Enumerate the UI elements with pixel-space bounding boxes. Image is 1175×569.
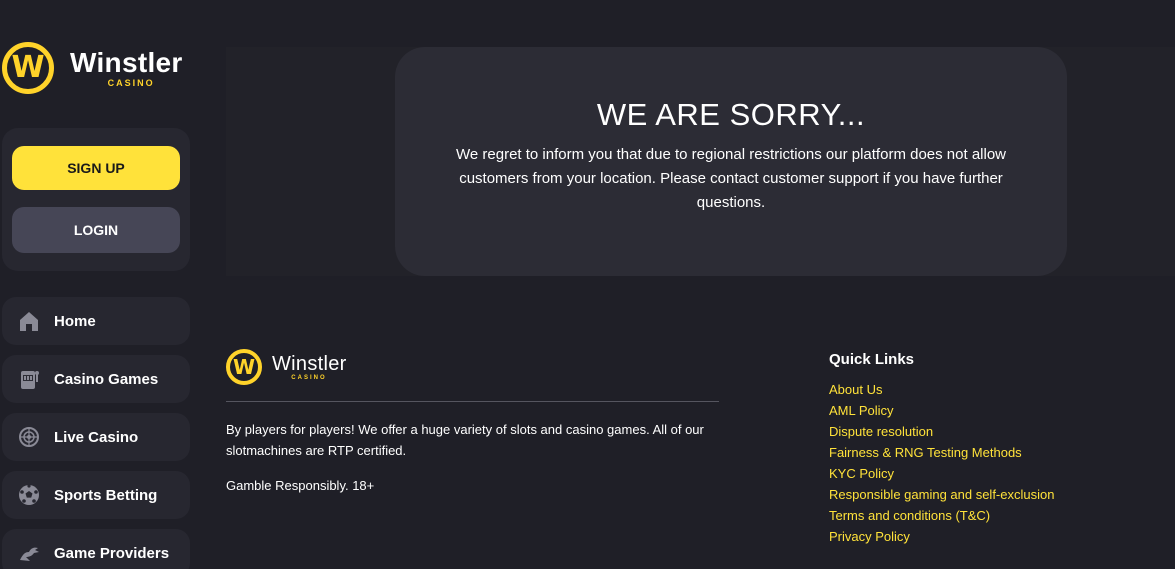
quick-link-aml-policy[interactable]: AML Policy — [829, 400, 1054, 421]
dragon-icon — [16, 540, 42, 566]
responsible-gambling-note: Gamble Responsibly. 18+ — [226, 478, 375, 493]
soccer-ball-icon — [16, 482, 42, 508]
home-icon — [16, 308, 42, 334]
logo-name: Winstler — [70, 46, 183, 78]
quick-link-about-us[interactable]: About Us — [829, 379, 1054, 400]
logo-mark-letter: W — [11, 50, 45, 85]
quick-link-responsible-gaming[interactable]: Responsible gaming and self-exclusion — [829, 484, 1054, 505]
nav-item-casino-games[interactable]: Casino Games — [2, 355, 190, 403]
restriction-message: We regret to inform you that due to regi… — [456, 146, 1006, 211]
footer-logo-mark-letter: W — [232, 355, 256, 379]
roulette-icon — [16, 424, 42, 450]
nav-item-sports-betting[interactable]: Sports Betting — [2, 471, 190, 519]
footer-logo-text: Winstler CASINO — [272, 354, 347, 381]
quick-links-list: About Us AML Policy Dispute resolution F… — [829, 379, 1054, 547]
footer-logo[interactable]: W Winstler CASINO — [226, 349, 347, 385]
slot-machine-icon — [16, 366, 42, 392]
quick-link-terms[interactable]: Terms and conditions (T&C) — [829, 505, 1054, 526]
quick-link-privacy-policy[interactable]: Privacy Policy — [829, 526, 1054, 547]
logo-text: Winstler CASINO — [70, 46, 183, 88]
logo-mark-icon: W — [2, 42, 54, 94]
quick-links-title: Quick Links — [829, 351, 915, 368]
nav-item-label: Live Casino — [54, 428, 139, 446]
restriction-card: WE ARE SORRY... We regret to inform you … — [395, 47, 1067, 276]
quick-link-fairness-rng[interactable]: Fairness & RNG Testing Methods — [829, 442, 1054, 463]
footer-divider — [226, 401, 719, 402]
logo-subtitle: CASINO — [107, 77, 155, 88]
footer-logo-name: Winstler — [272, 352, 347, 375]
nav-item-label: Sports Betting — [54, 486, 158, 504]
nav-item-live-casino[interactable]: Live Casino — [2, 413, 190, 461]
nav-item-home[interactable]: Home — [2, 297, 190, 345]
quick-link-dispute-resolution[interactable]: Dispute resolution — [829, 421, 1054, 442]
login-button[interactable]: LOGIN — [12, 207, 180, 253]
nav-item-label: Home — [54, 312, 96, 330]
nav-item-game-providers[interactable]: Game Providers — [2, 529, 190, 569]
auth-panel: SIGN UP LOGIN — [2, 128, 190, 271]
nav-item-label: Casino Games — [54, 370, 159, 388]
footer-logo-mark-icon: W — [226, 349, 262, 385]
footer-description: By players for players! We offer a huge … — [226, 422, 704, 458]
footer-logo-subtitle: CASINO — [291, 374, 327, 381]
page: W Winstler CASINO SIGN UP LOGIN Home Cas… — [0, 0, 1175, 569]
brand-logo[interactable]: W Winstler CASINO — [2, 42, 183, 94]
restriction-title: WE ARE SORRY... — [596, 97, 866, 132]
sign-up-button[interactable]: SIGN UP — [12, 146, 180, 190]
nav-item-label: Game Providers — [54, 544, 170, 562]
quick-link-kyc-policy[interactable]: KYC Policy — [829, 463, 1054, 484]
